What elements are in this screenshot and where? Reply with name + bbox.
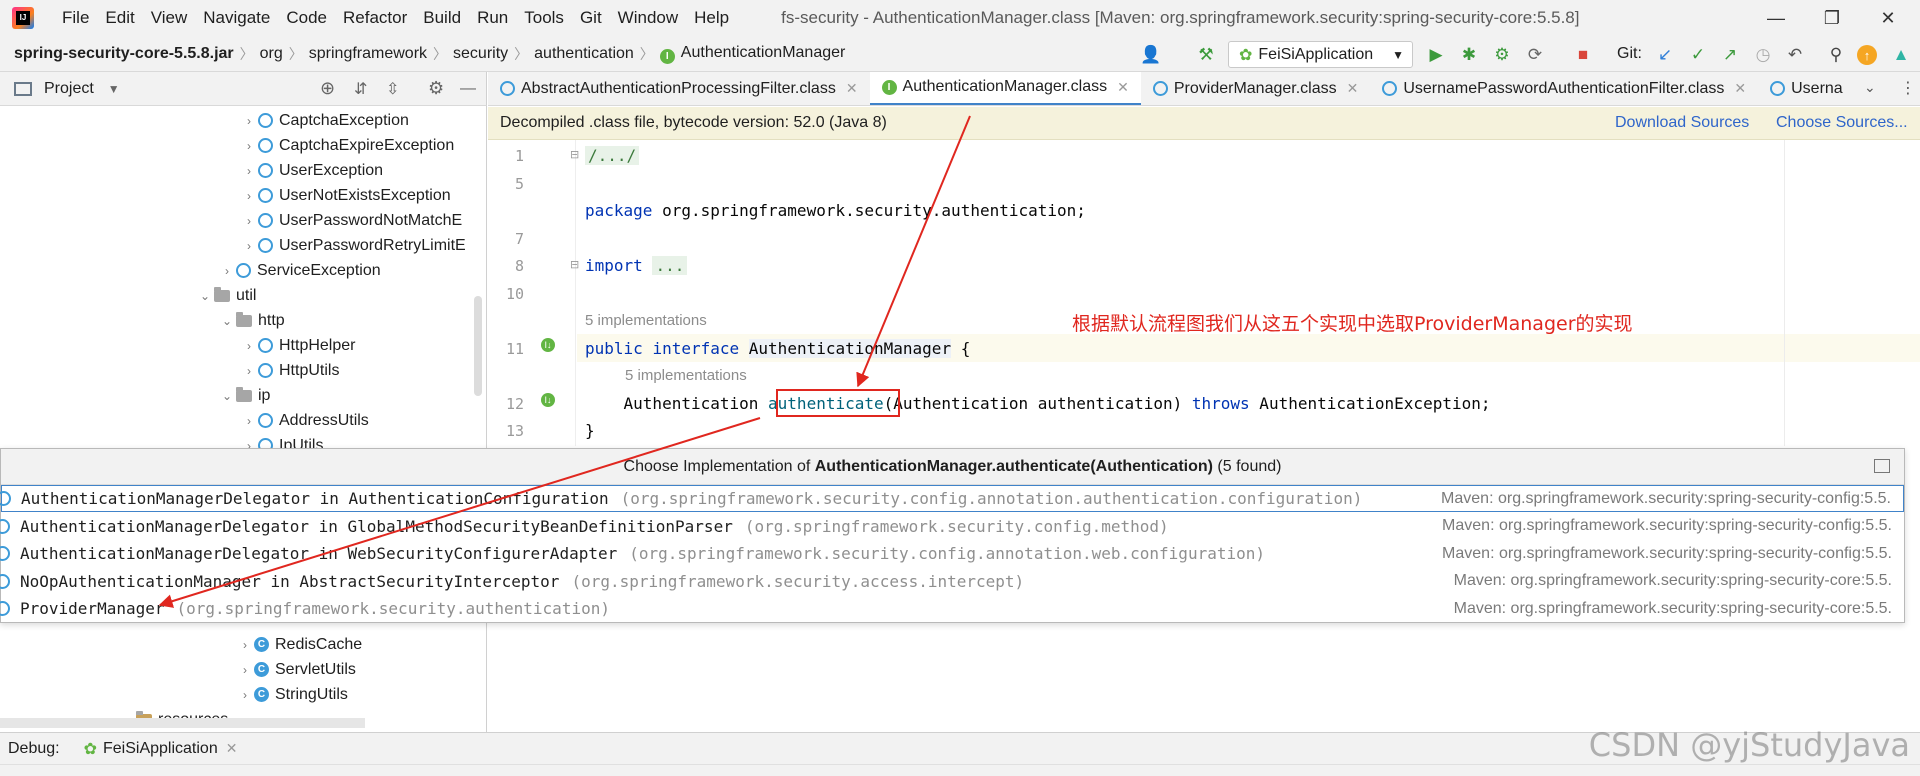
annotation-arrow-to-provider: [158, 417, 761, 608]
annotation-arrow-to-method: [856, 115, 971, 388]
watermark: CSDN @yjStudyJava: [1588, 726, 1910, 764]
annotation-arrows: [158, 115, 971, 608]
